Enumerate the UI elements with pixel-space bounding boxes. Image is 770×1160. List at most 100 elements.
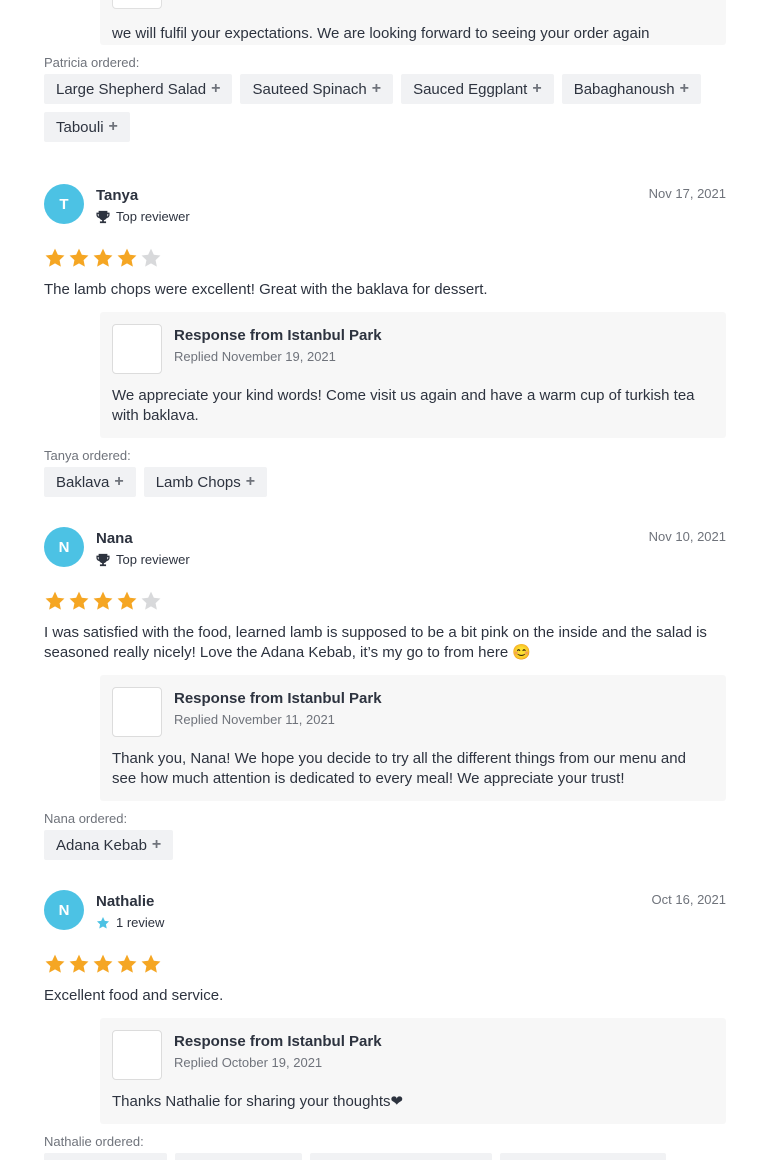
- review-header: T Tanya Top reviewer Nov 17, 2021: [44, 184, 726, 232]
- rating-star-icon: [93, 954, 113, 973]
- owner-response: Response from Istanbul Park Replied Novem…: [100, 675, 726, 801]
- response-header: Response from Istanbul Park Replied Octob…: [112, 1030, 714, 1082]
- rating-star-icon: [117, 954, 137, 973]
- review-text: The lamb chops were excellent! Great wit…: [44, 281, 488, 298]
- response-header: Response from Istanbul Park Replied Novem…: [112, 324, 714, 376]
- rating-star-icon: [69, 591, 89, 610]
- review-header: N Nathalie 1 review Oct 16, 2021: [44, 890, 726, 938]
- response-text: Thanks Nathalie for sharing your thought…: [112, 1093, 404, 1110]
- add-item-icon: +: [114, 473, 124, 490]
- badge-label: Top reviewer: [116, 552, 190, 567]
- review-card: N Nana Top reviewer Nov 10, 2021 I was satis…: [44, 527, 726, 860]
- ordered-label: Tanya ordered:: [44, 448, 131, 463]
- ordered-item-chip[interactable]: Babaghanoush +: [561, 74, 701, 104]
- ordered-item-label: Lamb Chops: [155, 473, 241, 491]
- ordered-item-label: Tabouli: [56, 118, 104, 136]
- reviewer-name[interactable]: Tanya: [96, 187, 138, 204]
- reviewer-name[interactable]: Nathalie: [96, 893, 154, 910]
- rating-star-icon: [141, 954, 161, 973]
- ordered-section: Tanya ordered: Baklava + Lamb Chops +: [44, 448, 726, 497]
- restaurant-logo: [112, 687, 162, 737]
- reviewer-badge: Top reviewer: [96, 552, 190, 567]
- ordered-item-chip[interactable]: Falafel with Humus+: [499, 1153, 666, 1160]
- ordered-items: Baklava + Lamb Chops +: [44, 467, 726, 497]
- reviewer-name[interactable]: Nana: [96, 530, 133, 547]
- add-item-icon: +: [245, 473, 256, 490]
- ordered-item-chip[interactable]: Sauced Eggplant +: [401, 74, 554, 104]
- owner-response: Response from Istanbul Park Replied Novem…: [100, 312, 726, 438]
- avatar[interactable]: T: [44, 184, 84, 224]
- rating-star-icon: [93, 591, 113, 610]
- ordered-section: Nana ordered: Adana Kebab +: [44, 811, 726, 860]
- response-date: Replied November 19, 2021: [174, 349, 336, 364]
- star-icon: [96, 916, 110, 928]
- rating-star-icon: [141, 248, 161, 267]
- owner-response: Response from Istanbul Park Replied Octob…: [100, 1018, 726, 1124]
- add-item-icon: +: [151, 836, 162, 853]
- ordered-item-chip[interactable]: Adana Kebab +: [44, 830, 174, 860]
- trophy-icon: [96, 553, 110, 566]
- ordered-label: Nana ordered:: [44, 811, 128, 826]
- previous-ordered-section: Patricia ordered: Large Shepherd Salad + S…: [44, 55, 726, 142]
- restaurant-logo: [112, 324, 162, 374]
- ordered-item-label: Large Shepherd Salad: [56, 80, 207, 98]
- review-date: Oct 16, 2021: [651, 892, 726, 907]
- avatar[interactable]: N: [44, 527, 84, 567]
- ordered-items: French Fries+ Rice Pudding+ Chicken Shish …: [44, 1153, 726, 1160]
- rating-star-icon: [45, 954, 65, 973]
- ordered-label: Patricia ordered:: [44, 55, 140, 70]
- ordered-item-chip[interactable]: Tabouli +: [44, 112, 130, 142]
- rating-star-icon: [45, 248, 65, 267]
- reviewer-badge: Top reviewer: [96, 209, 190, 224]
- restaurant-logo: [112, 1030, 162, 1080]
- ordered-items: Large Shepherd Salad + Sauteed Spinach + Sau…: [44, 74, 726, 142]
- review-card: T Tanya Top reviewer Nov 17, 2021 The lamb c…: [44, 184, 726, 497]
- review-card: N Nathalie 1 review Oct 16, 2021 Excellent f…: [44, 890, 726, 1160]
- add-item-icon: +: [532, 80, 542, 97]
- review-date: Nov 17, 2021: [648, 186, 726, 201]
- ordered-item-label: Sauced Eggplant: [413, 80, 528, 98]
- ordered-item-label: Baklava: [56, 473, 110, 491]
- review-text: I was satisfied with the food, learned l…: [44, 624, 707, 661]
- rating-star-icon: [141, 591, 161, 610]
- rating-star-icon: [69, 248, 89, 267]
- rating-star-icon: [69, 954, 89, 973]
- rating-star-icon: [45, 591, 65, 610]
- ordered-item-chip[interactable]: Baklava +: [44, 467, 136, 497]
- rating-star-icon: [117, 591, 137, 610]
- ordered-item-chip[interactable]: Large Shepherd Salad +: [44, 74, 233, 104]
- ordered-item-label: Sauteed Spinach: [252, 80, 367, 98]
- response-title: Response from Istanbul Park: [174, 690, 382, 707]
- badge-label: Top reviewer: [116, 209, 190, 224]
- previous-response: we will fulfil your expectations. We are…: [100, 0, 726, 45]
- review-header: N Nana Top reviewer Nov 10, 2021: [44, 527, 726, 575]
- response-text: Thank you, Nana! We hope you decide to t…: [112, 750, 686, 787]
- ordered-item-chip[interactable]: Chicken Shish Kebab+: [310, 1153, 492, 1160]
- rating-star-icon: [117, 248, 137, 267]
- restaurant-logo: [112, 0, 162, 9]
- add-item-icon: +: [679, 80, 689, 97]
- previous-response-text: we will fulfil your expectations. We are…: [112, 25, 650, 42]
- add-item-icon: +: [108, 118, 118, 135]
- response-date: Replied November 11, 2021: [174, 712, 335, 727]
- response-title: Response from Istanbul Park: [174, 1033, 382, 1050]
- ordered-item-chip[interactable]: French Fries+: [44, 1153, 167, 1160]
- badge-label: 1 review: [116, 915, 165, 930]
- avatar[interactable]: N: [44, 890, 84, 930]
- ordered-label: Nathalie ordered:: [44, 1134, 144, 1149]
- ordered-item-label: Adana Kebab: [56, 836, 147, 854]
- ordered-item-chip[interactable]: Rice Pudding+: [174, 1153, 303, 1160]
- ordered-section: Nathalie ordered: French Fries+ Rice Puddi…: [44, 1134, 726, 1160]
- ordered-item-label: Babaghanoush: [573, 80, 675, 98]
- ordered-item-chip[interactable]: Lamb Chops +: [143, 467, 268, 497]
- star-rating: [44, 950, 726, 978]
- add-item-icon: +: [211, 80, 221, 97]
- star-rating: [44, 244, 726, 272]
- review-text: Excellent food and service.: [44, 987, 224, 1004]
- ordered-item-chip[interactable]: Sauteed Spinach +: [240, 74, 394, 104]
- response-title: Response from Istanbul Park: [174, 327, 382, 344]
- response-header: Response from Istanbul Park Replied Novem…: [112, 687, 714, 739]
- reviewer-badge: 1 review: [96, 915, 164, 930]
- add-item-icon: +: [371, 80, 382, 97]
- rating-star-icon: [93, 248, 113, 267]
